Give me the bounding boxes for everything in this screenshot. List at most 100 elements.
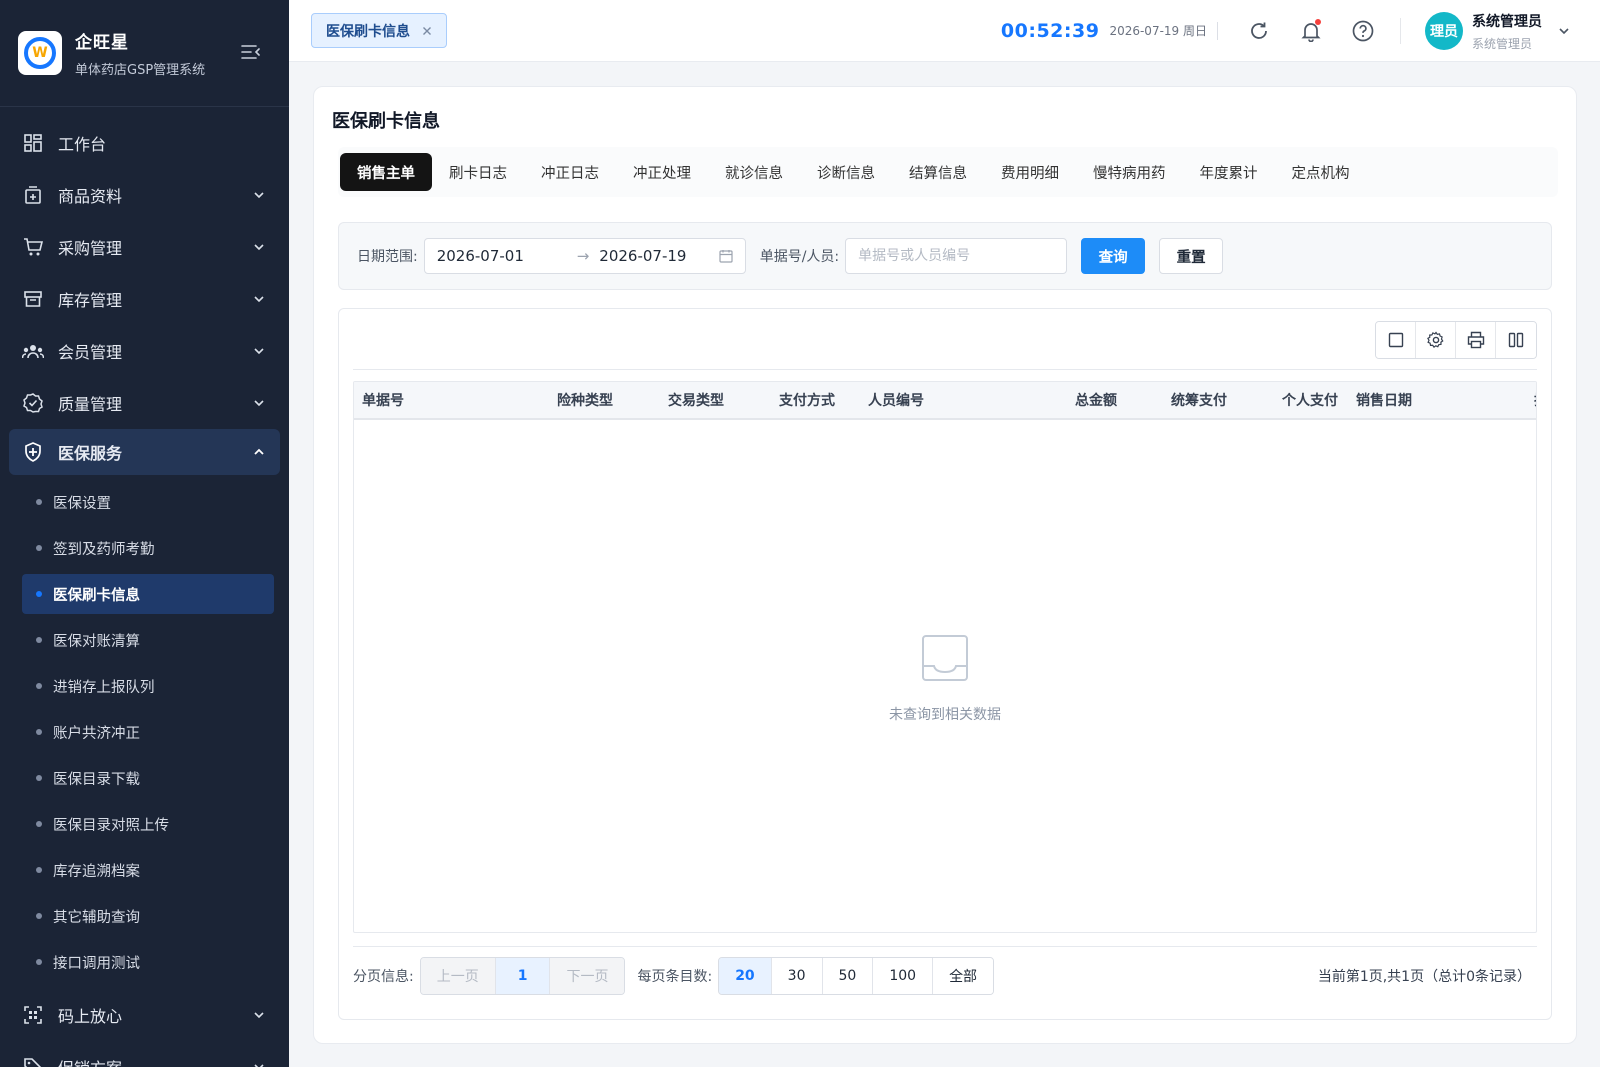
open-tab[interactable]: 医保刷卡信息 xyxy=(311,13,447,48)
tab-reversal-process[interactable]: 冲正处理 xyxy=(616,153,708,191)
sidebar-subitem-catalog-download[interactable]: 医保目录下载 xyxy=(0,755,289,801)
empty-state: 未查询到相关数据 xyxy=(354,634,1536,724)
sidebar-item-label: 采购管理 xyxy=(58,239,123,258)
reset-button[interactable]: 重置 xyxy=(1159,238,1224,274)
page-size-option[interactable]: 50 xyxy=(822,958,874,994)
sidebar-subitem-api-test[interactable]: 接口调用测试 xyxy=(0,939,289,985)
tag-icon xyxy=(22,1056,44,1067)
shield-icon xyxy=(22,441,44,463)
sidebar-subitem-card-swipe-info[interactable]: 医保刷卡信息 xyxy=(22,574,274,614)
tab-fee-details[interactable]: 费用明细 xyxy=(984,153,1076,191)
close-icon[interactable] xyxy=(422,26,432,36)
pagination-label: 分页信息: xyxy=(353,969,414,985)
data-table: 单据号 险种类型 交易类型 支付方式 人员编号 总金额 统筹支付 个人支付 销售… xyxy=(353,381,1537,933)
page-size-option[interactable]: 20 xyxy=(719,958,772,994)
column-header[interactable]: 统筹支付 xyxy=(1171,382,1227,420)
next-page-button[interactable]: 下一页 xyxy=(550,958,625,994)
qrcode-icon xyxy=(22,1004,44,1026)
app-name: 企旺星 xyxy=(75,33,129,53)
column-header[interactable]: 人员编号 xyxy=(868,382,924,420)
sidebar-subitem-account-reversal[interactable]: 账户共济冲正 xyxy=(0,709,289,755)
sidebar-item-label: 医保服务 xyxy=(58,444,123,463)
sidebar-subitem-other-query[interactable]: 其它辅助查询 xyxy=(0,893,289,939)
columns-button[interactable] xyxy=(1496,322,1536,358)
sidebar-subitem-insurance-settings[interactable]: 医保设置 xyxy=(0,479,289,525)
notification-bell-icon[interactable] xyxy=(1300,19,1322,43)
sidebar-item-members[interactable]: 会员管理 xyxy=(0,325,289,377)
notification-dot xyxy=(1315,19,1321,25)
keyword-label: 单据号/人员: xyxy=(759,249,840,265)
sidebar-item-workbench[interactable]: 工作台 xyxy=(0,117,289,169)
column-header[interactable]: 总金额 xyxy=(1075,382,1117,420)
date-range-label: 日期范围: xyxy=(357,249,418,265)
chevron-down-icon xyxy=(254,244,264,251)
filter-bar: 日期范围: 2026-07-01 → 2026-07-19 单据号/人员: 查询… xyxy=(338,222,1552,290)
sidebar-item-inventory[interactable]: 库存管理 xyxy=(0,273,289,325)
sidebar-item-purchase[interactable]: 采购管理 xyxy=(0,221,289,273)
tab-diagnosis-info[interactable]: 诊断信息 xyxy=(800,153,892,191)
chevron-down-icon xyxy=(254,192,264,199)
sidebar-subitem-reconciliation[interactable]: 医保对账清算 xyxy=(0,617,289,663)
sidebar-item-medical-insurance[interactable]: 医保服务 xyxy=(9,429,280,475)
sidebar-subitem-trace-archive[interactable]: 库存追溯档案 xyxy=(0,847,289,893)
calendar-icon[interactable] xyxy=(719,249,733,263)
settings-button[interactable] xyxy=(1416,322,1456,358)
date-from[interactable]: 2026-07-01 xyxy=(437,247,567,265)
sidebar-item-promotions[interactable]: 促销方案 xyxy=(0,1041,289,1067)
sidebar-item-label: 促销方案 xyxy=(58,1055,253,1067)
sidebar-subitem-catalog-upload[interactable]: 医保目录对照上传 xyxy=(0,801,289,847)
page-size-option[interactable]: 30 xyxy=(771,958,823,994)
search-button[interactable]: 查询 xyxy=(1081,238,1146,274)
printer-icon xyxy=(1467,331,1484,349)
tab-reversal-log[interactable]: 冲正日志 xyxy=(524,153,616,191)
column-header[interactable]: 单据号 xyxy=(362,382,404,420)
prev-page-button[interactable]: 上一页 xyxy=(420,958,496,994)
sidebar-item-quality[interactable]: 质量管理 xyxy=(0,377,289,429)
column-header[interactable]: 交易类型 xyxy=(668,382,724,420)
sidebar-item-label: 工作台 xyxy=(58,135,107,154)
tab-swipe-log[interactable]: 刷卡日志 xyxy=(432,153,524,191)
tab-visit-info[interactable]: 就诊信息 xyxy=(708,153,800,191)
columns-icon xyxy=(1508,332,1524,348)
sidebar-item-label: 码上放心 xyxy=(58,1007,123,1026)
quality-icon xyxy=(22,392,44,414)
chevron-down-icon xyxy=(254,1012,264,1019)
user-name: 系统管理员 xyxy=(1472,13,1542,30)
print-button[interactable] xyxy=(1456,322,1496,358)
column-header[interactable]: 支付方式 xyxy=(779,382,835,420)
user-menu[interactable]: 理员 系统管理员 系统管理员 xyxy=(1425,11,1570,52)
date-range-picker[interactable]: 2026-07-01 → 2026-07-19 xyxy=(423,238,746,274)
column-header[interactable]: 险种类型 xyxy=(557,382,613,420)
tab-chronic-medication[interactable]: 慢特病用药 xyxy=(1076,153,1183,191)
square-icon xyxy=(1388,332,1403,348)
brand-header: W 企旺星 单体药店GSP管理系统 xyxy=(0,0,289,107)
page-title: 医保刷卡信息 xyxy=(332,111,440,132)
tab-annual-total[interactable]: 年度累计 xyxy=(1183,153,1275,191)
collapse-menu-icon[interactable] xyxy=(241,44,261,60)
date-to[interactable]: 2026-07-19 xyxy=(599,247,718,265)
fullscreen-button[interactable] xyxy=(1376,322,1416,358)
refresh-icon[interactable] xyxy=(1248,20,1270,42)
sidebar-subitem-attendance[interactable]: 签到及药师考勤 xyxy=(0,525,289,571)
column-header[interactable]: 个人支付 xyxy=(1282,382,1338,420)
sidebar-item-label: 会员管理 xyxy=(58,343,123,362)
sidebar-item-products[interactable]: 商品资料 xyxy=(0,169,289,221)
tab-settlement-info[interactable]: 结算信息 xyxy=(892,153,984,191)
sidebar-menu: 工作台 商品资料 采购管理 库存管理 会员管理 质量管理 医保服务 医保设置 签… xyxy=(0,107,289,1067)
sidebar-subitem-report-queue[interactable]: 进销存上报队列 xyxy=(0,663,289,709)
open-tab-label: 医保刷卡信息 xyxy=(326,23,410,40)
sidebar-item-code-trace[interactable]: 码上放心 xyxy=(0,989,289,1041)
app-logo: W xyxy=(18,31,62,75)
column-header[interactable]: 销售日期 xyxy=(1356,382,1412,420)
column-header[interactable]: 操 xyxy=(1534,382,1536,420)
gear-icon xyxy=(1426,331,1444,348)
toolbar-divider xyxy=(353,369,1537,370)
tab-sales-main[interactable]: 销售主单 xyxy=(340,153,432,191)
search-input[interactable] xyxy=(845,238,1068,274)
page-size-option[interactable]: 100 xyxy=(873,958,934,994)
page-size-option[interactable]: 全部 xyxy=(933,958,994,994)
sidebar-item-label: 质量管理 xyxy=(58,395,123,414)
help-icon[interactable] xyxy=(1352,20,1374,42)
tab-designated-institution[interactable]: 定点机构 xyxy=(1275,153,1367,191)
page-number-button[interactable]: 1 xyxy=(495,958,551,994)
